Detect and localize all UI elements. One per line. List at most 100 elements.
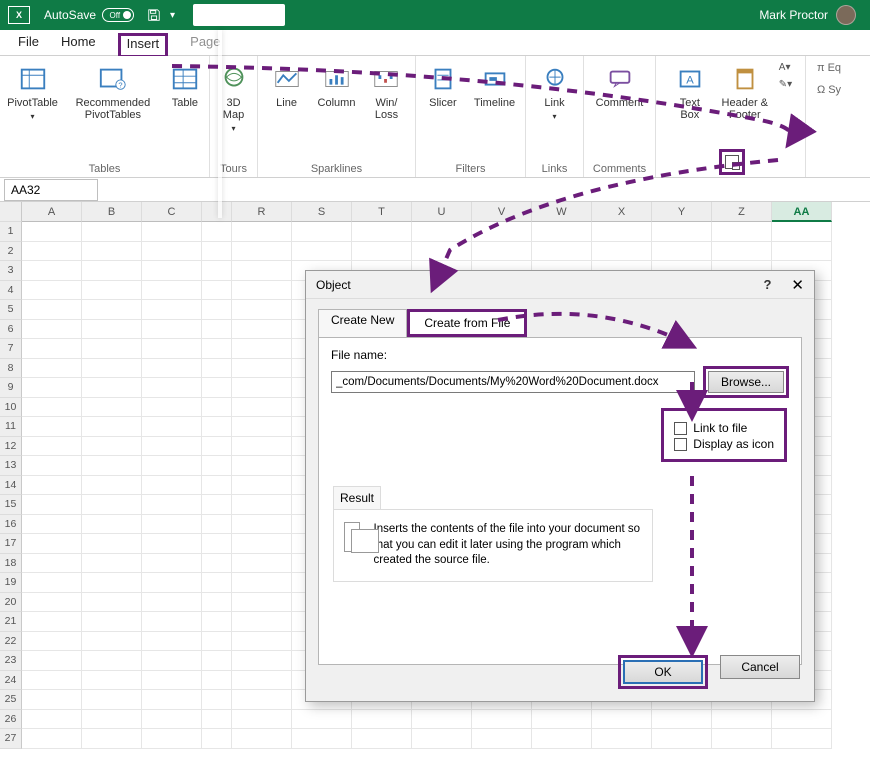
cell[interactable] (82, 651, 142, 671)
cell[interactable] (82, 222, 142, 242)
link-to-file-checkbox[interactable]: Link to file (674, 421, 774, 435)
cell[interactable] (232, 612, 292, 632)
row-header[interactable]: 23 (0, 651, 22, 671)
cell[interactable] (142, 476, 202, 496)
cell[interactable] (232, 671, 292, 691)
cell[interactable] (82, 671, 142, 691)
autosave-toggle[interactable]: AutoSave Off (44, 8, 134, 22)
cell[interactable] (82, 320, 142, 340)
cell[interactable] (142, 612, 202, 632)
cell[interactable] (232, 495, 292, 515)
cell[interactable] (142, 632, 202, 652)
cell[interactable] (232, 437, 292, 457)
cell[interactable] (22, 476, 82, 496)
cell[interactable] (142, 222, 202, 242)
cell[interactable] (82, 261, 142, 281)
row-header[interactable]: 25 (0, 690, 22, 710)
cell[interactable] (232, 710, 292, 730)
cell[interactable] (22, 261, 82, 281)
cell[interactable] (82, 339, 142, 359)
cell[interactable] (142, 398, 202, 418)
cell[interactable] (22, 456, 82, 476)
header-footer-button[interactable]: Header & Footer (717, 62, 773, 123)
cell[interactable] (232, 534, 292, 554)
object-launcher-button[interactable] (719, 149, 745, 175)
cell[interactable] (202, 242, 232, 262)
cell[interactable] (82, 573, 142, 593)
column-header[interactable]: R (232, 202, 292, 222)
browse-button[interactable]: Browse... (708, 371, 784, 393)
cell[interactable] (202, 320, 232, 340)
cell[interactable] (82, 300, 142, 320)
cell[interactable] (142, 281, 202, 301)
cell[interactable] (22, 222, 82, 242)
column-header[interactable]: A (22, 202, 82, 222)
cell[interactable] (352, 729, 412, 749)
cell[interactable] (142, 242, 202, 262)
cell[interactable] (652, 242, 712, 262)
dialog-close-button[interactable]: ✕ (791, 276, 804, 294)
cell[interactable] (202, 222, 232, 242)
ok-button[interactable]: OK (623, 660, 703, 684)
column-header[interactable]: Z (712, 202, 772, 222)
tab-page[interactable]: Page (190, 34, 220, 55)
cell[interactable] (232, 593, 292, 613)
cell[interactable] (142, 690, 202, 710)
row-header[interactable]: 16 (0, 515, 22, 535)
cell[interactable] (202, 554, 232, 574)
column-header[interactable]: AA (772, 202, 832, 222)
cell[interactable] (232, 398, 292, 418)
cell[interactable] (352, 710, 412, 730)
cell[interactable] (142, 593, 202, 613)
name-box[interactable] (4, 179, 98, 201)
row-header[interactable]: 3 (0, 261, 22, 281)
cell[interactable] (142, 495, 202, 515)
cell[interactable] (712, 729, 772, 749)
cell[interactable] (22, 710, 82, 730)
cell[interactable] (232, 417, 292, 437)
cell[interactable] (142, 378, 202, 398)
cell[interactable] (22, 339, 82, 359)
cell[interactable] (82, 710, 142, 730)
cell[interactable] (202, 690, 232, 710)
cell[interactable] (202, 495, 232, 515)
cell[interactable] (532, 242, 592, 262)
cell[interactable] (142, 456, 202, 476)
cell[interactable] (142, 437, 202, 457)
cell[interactable] (22, 534, 82, 554)
cell[interactable] (232, 320, 292, 340)
wordart-icon[interactable]: A▾ (779, 62, 792, 73)
cell[interactable] (592, 729, 652, 749)
cell[interactable] (22, 495, 82, 515)
cell[interactable] (22, 281, 82, 301)
sparkline-winloss-button[interactable]: Win/ Loss (365, 62, 407, 123)
table-button[interactable]: Table (164, 62, 206, 123)
cell[interactable] (202, 417, 232, 437)
cell[interactable] (232, 632, 292, 652)
row-header[interactable]: 1 (0, 222, 22, 242)
row-header[interactable]: 4 (0, 281, 22, 301)
row-header[interactable]: 14 (0, 476, 22, 496)
row-header[interactable]: 22 (0, 632, 22, 652)
row-header[interactable]: 27 (0, 729, 22, 749)
cell[interactable] (82, 690, 142, 710)
cell[interactable] (82, 632, 142, 652)
cell[interactable] (352, 242, 412, 262)
column-header[interactable]: U (412, 202, 472, 222)
cell[interactable] (22, 320, 82, 340)
row-header[interactable]: 12 (0, 437, 22, 457)
row-header[interactable]: 26 (0, 710, 22, 730)
cell[interactable] (232, 261, 292, 281)
cell[interactable] (202, 515, 232, 535)
comment-button[interactable]: Comment (592, 62, 648, 111)
column-header[interactable] (202, 202, 232, 222)
cell[interactable] (82, 534, 142, 554)
cell[interactable] (142, 534, 202, 554)
document-title-input[interactable] (193, 4, 285, 26)
cell[interactable] (232, 476, 292, 496)
equation-button[interactable]: π Eq (817, 62, 841, 74)
cell[interactable] (22, 515, 82, 535)
cell[interactable] (22, 359, 82, 379)
cell[interactable] (232, 339, 292, 359)
cell[interactable] (472, 222, 532, 242)
